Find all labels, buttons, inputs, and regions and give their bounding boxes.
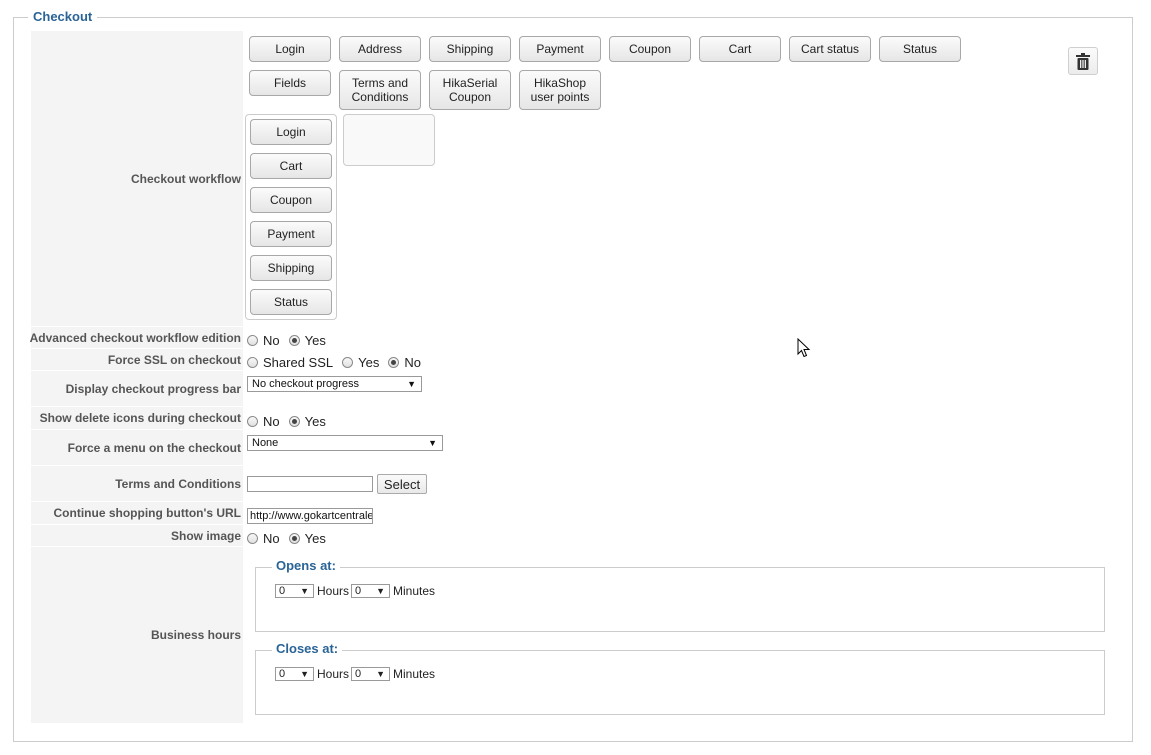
ssl-shared-radio[interactable] [247,357,258,368]
label-advanced-workflow: Advanced checkout workflow edition [30,327,243,349]
show-image-yes-label: Yes [304,531,326,546]
ssl-shared-label: Shared SSL [263,355,334,370]
chevron-down-icon: ▼ [428,438,437,448]
opens-at-fieldset: Opens at: 0 ▼ Hours 0 ▼ Minutes [255,558,1105,632]
opens-minutes-select[interactable]: 0 ▼ [351,584,391,598]
workflow-step-login[interactable]: Login [250,119,332,145]
label-checkout-workflow: Checkout workflow [31,31,243,327]
label-continue-url: Continue shopping button's URL [31,502,243,525]
chevron-down-icon: ▼ [300,586,309,596]
ssl-yes-radio[interactable] [342,357,354,368]
opens-at-row: 0 ▼ Hours 0 ▼ Minutes [275,584,437,598]
workflow-step-shipping[interactable]: Shipping [250,255,332,281]
advanced-no-label: No [263,333,280,348]
ssl-no-radio[interactable] [388,357,400,368]
progress-bar-select[interactable]: No checkout progress ▼ [247,376,422,392]
delete-icons-yes-radio[interactable] [288,416,300,427]
delete-icons-yes-label: Yes [304,414,326,429]
terms-input[interactable] [247,476,373,492]
opens-at-legend: Opens at: [272,558,340,573]
chevron-down-icon: ▼ [376,586,386,596]
opens-minutes-label: Minutes [393,584,436,598]
label-business-hours: Business hours [31,547,243,724]
show-image-no-radio[interactable] [247,533,258,544]
workflow-add-cart-button[interactable]: Cart [699,36,781,62]
label-terms: Terms and Conditions [31,466,243,502]
closes-hours-value: 0 [279,668,286,680]
closes-at-fieldset: Closes at: 0 ▼ Hours 0 ▼ Minutes [255,641,1105,715]
chevron-down-icon: ▼ [407,379,416,389]
workflow-add-hikaserial-coupon-button[interactable]: HikaSerial Coupon [429,70,511,110]
workflow-step-coupon[interactable]: Coupon [250,187,332,213]
chevron-down-icon: ▼ [300,669,309,679]
ssl-yes-label: Yes [358,355,380,370]
workflow-step-status[interactable]: Status [250,289,332,315]
closes-hours-label: Hours [317,667,350,681]
workflow-add-cart-status-button[interactable]: Cart status [789,36,871,62]
force-menu-select[interactable]: None ▼ [247,435,443,451]
show-image-no-label: No [263,531,280,546]
delete-icons-no-label: No [263,414,280,429]
delete-step-button[interactable] [1068,47,1098,75]
trash-icon [1076,52,1090,70]
closes-at-legend: Closes at: [272,641,343,656]
delete-icons-no-radio[interactable] [247,416,258,427]
advanced-yes-label: Yes [304,333,326,348]
force-ssl-radios: Shared SSL Yes No [247,355,430,370]
ssl-no-label: No [404,355,421,370]
closes-minutes-select[interactable]: 0 ▼ [351,667,391,681]
opens-hours-label: Hours [317,584,350,598]
closes-at-row: 0 ▼ Hours 0 ▼ Minutes [275,667,437,681]
workflow-add-fields-button[interactable]: Fields [249,70,331,96]
show-image-radios: No Yes [247,531,335,546]
delete-icons-radios: No Yes [247,414,335,429]
advanced-no-radio[interactable] [247,335,258,346]
show-image-yes-radio[interactable] [288,533,300,544]
workflow-add-shipping-button[interactable]: Shipping [429,36,511,62]
workflow-add-status-button[interactable]: Status [879,36,961,62]
terms-select-button[interactable]: Select [377,474,427,494]
opens-hours-value: 0 [279,585,286,597]
workflow-add-payment-button[interactable]: Payment [519,36,601,62]
chevron-down-icon: ▼ [376,669,386,679]
label-force-ssl: Force SSL on checkout [31,349,243,371]
workflow-add-terms-button[interactable]: Terms and Conditions [339,70,421,110]
progress-bar-value: No checkout progress [252,378,359,390]
workflow-step-payment[interactable]: Payment [250,221,332,247]
opens-minutes-value: 0 [355,585,362,597]
opens-hours-select[interactable]: 0 ▼ [275,584,314,598]
continue-url-input[interactable]: http://www.gokartcentralei [247,508,373,524]
label-show-image: Show image [31,525,243,547]
closes-hours-select[interactable]: 0 ▼ [275,667,314,681]
workflow-add-coupon-button[interactable]: Coupon [609,36,691,62]
workflow-add-hikashop-points-button[interactable]: HikaShop user points [519,70,601,110]
advanced-yes-radio[interactable] [288,335,300,346]
closes-minutes-label: Minutes [393,667,436,681]
closes-minutes-value: 0 [355,668,362,680]
advanced-workflow-radios: No Yes [247,333,335,348]
mouse-pointer-icon [797,338,811,358]
workflow-add-login-button[interactable]: Login [249,36,331,62]
label-delete-icons: Show delete icons during checkout [31,407,243,430]
label-progress-bar: Display checkout progress bar [31,371,243,407]
fieldset-legend: Checkout [28,9,98,24]
workflow-add-address-button[interactable]: Address [339,36,421,62]
workflow-step-cart[interactable]: Cart [250,153,332,179]
force-menu-value: None [252,437,279,449]
workflow-empty-column[interactable] [343,114,435,166]
label-force-menu: Force a menu on the checkout [31,430,243,466]
